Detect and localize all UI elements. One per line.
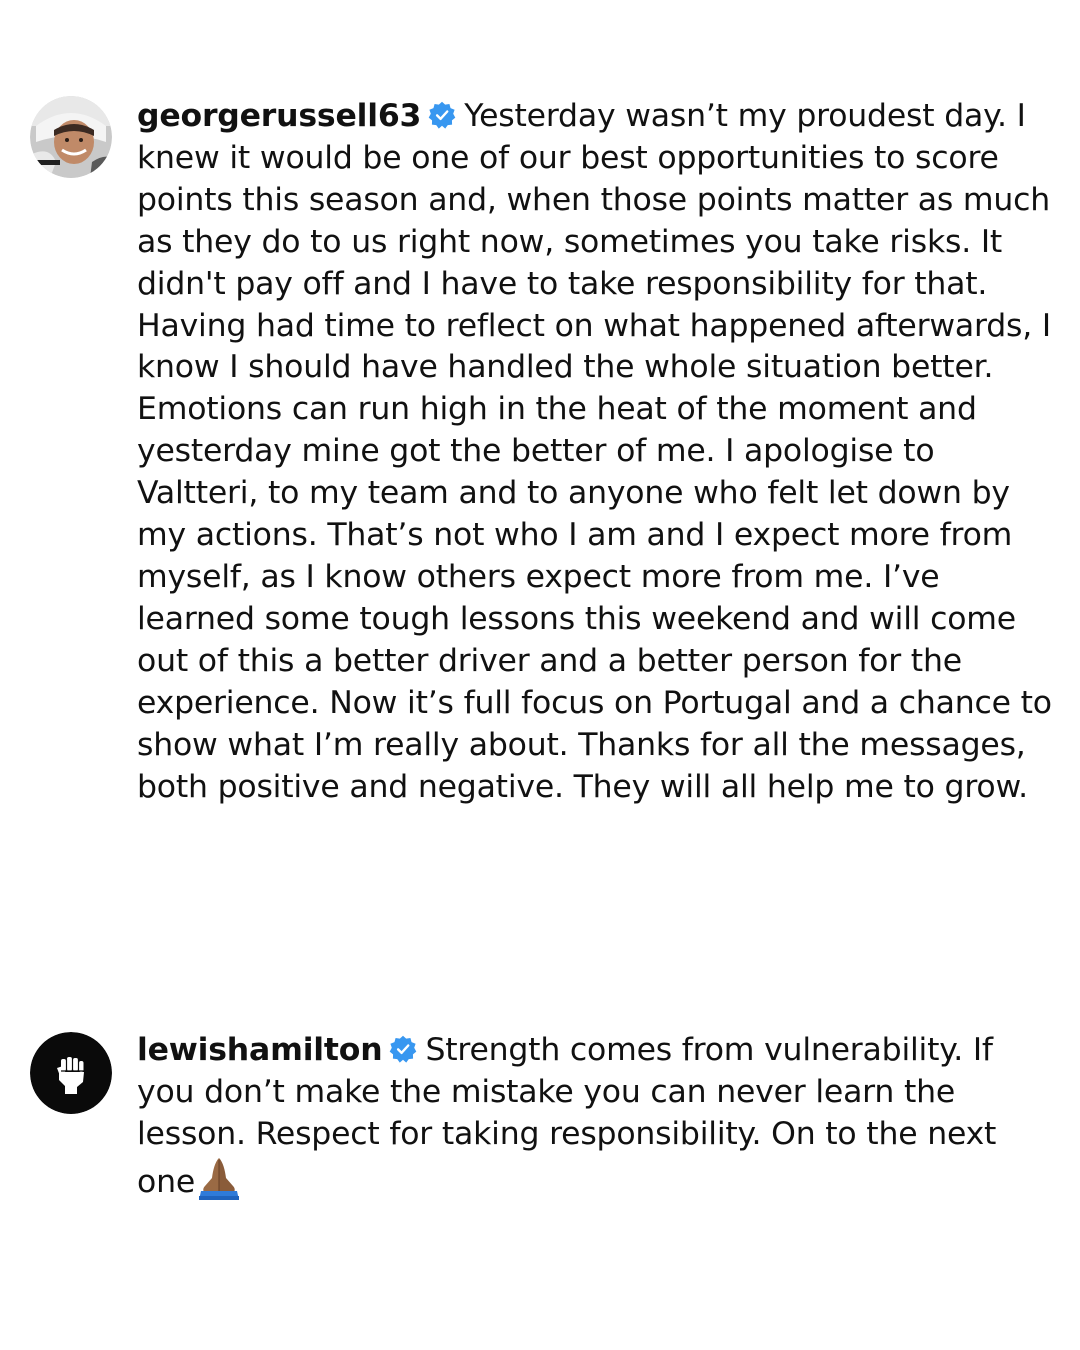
folded-hands-emoji-icon [195,1156,243,1200]
comment-body: georgerussell63 Yesterday wasn’t my proud… [137,96,1052,808]
username[interactable]: lewishamilton [137,1032,383,1068]
username[interactable]: georgerussell63 [137,98,421,134]
comment-body: lewishamilton Strength comes from vulnera… [137,1030,1052,1204]
avatar-georgerussell63[interactable] [30,96,112,178]
verified-badge-icon [389,1035,417,1063]
profile-photo-icon [30,96,112,178]
verified-badge-icon [428,101,456,129]
avatar-lewishamilton[interactable] [30,1032,112,1114]
raised-fist-icon [30,1032,112,1114]
comment-text: Yesterday wasn’t my proudest day. I knew… [137,98,1052,805]
